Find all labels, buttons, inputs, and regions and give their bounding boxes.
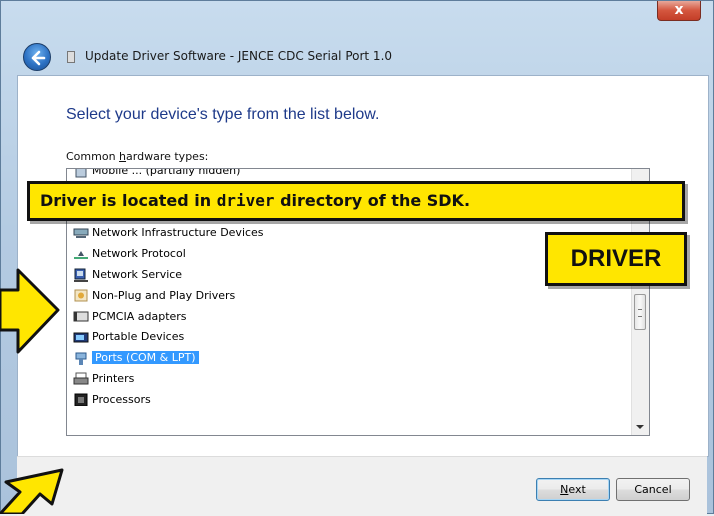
port-icon (73, 351, 89, 365)
list-item[interactable]: Printers (73, 369, 134, 388)
wizard-footer: Next Cancel (17, 456, 707, 516)
list-item-label: Network Protocol (92, 247, 186, 261)
network-protocol-icon (73, 247, 89, 261)
close-button[interactable]: x (657, 1, 701, 21)
back-button[interactable] (23, 43, 51, 71)
title-bar: Update Driver Software - JENCE CDC Seria… (23, 43, 703, 73)
network-infrastructure-icon (73, 226, 89, 240)
list-item-label: Portable Devices (92, 330, 185, 344)
list-item[interactable]: Network Infrastructure Devices (73, 223, 264, 242)
pcmcia-icon (73, 309, 89, 323)
annotation-tag-text: DRIVER (570, 245, 662, 272)
list-item-label: Network Infrastructure Devices (92, 226, 264, 240)
mobile-device-icon (73, 169, 89, 178)
list-item[interactable]: Non-Plug and Play Drivers (73, 286, 235, 305)
device-icon (67, 51, 75, 63)
list-item-label: Processors (92, 392, 151, 406)
list-item-label: Non-Plug and Play Drivers (92, 288, 236, 302)
list-item-label: PCMCIA adapters (92, 309, 187, 323)
next-button[interactable]: Next (536, 478, 610, 501)
printer-icon (73, 372, 89, 386)
banner-text-part1: Driver is located in (40, 191, 217, 210)
pointer-arrow-icon (0, 268, 60, 354)
list-item-label: Printers (92, 372, 135, 385)
list-item-label: Mobile ... (partially hidden) (92, 168, 241, 177)
list-item[interactable]: Network Protocol (73, 244, 186, 263)
network-service-icon (73, 268, 89, 282)
banner-text-part2: directory of the SDK. (274, 191, 471, 210)
list-item[interactable]: Network Service (73, 265, 182, 284)
window-title: Update Driver Software - JENCE CDC Seria… (85, 49, 393, 63)
list-label: Common hardware types: (66, 150, 209, 163)
portable-device-icon (73, 330, 89, 344)
list-item[interactable]: Processors (73, 390, 151, 409)
list-item[interactable]: Mobile ... (partially hidden) (73, 168, 241, 180)
list-item[interactable]: Ports (COM & LPT) (73, 348, 199, 367)
back-arrow-icon (31, 50, 46, 66)
processor-icon (73, 392, 89, 407)
annotation-tag: DRIVER (545, 232, 687, 286)
pointer-arrow-icon (0, 468, 64, 514)
page-heading: Select your device's type from the list … (66, 106, 380, 123)
list-item[interactable]: PCMCIA adapters (73, 307, 187, 326)
list-item[interactable]: Portable Devices (73, 327, 184, 346)
annotation-banner-text: Driver is located in driver directory of… (40, 191, 470, 210)
cancel-button[interactable]: Cancel (616, 478, 690, 501)
non-pnp-driver-icon (73, 288, 89, 302)
list-item-label: Ports (COM & LPT) (92, 351, 199, 365)
scroll-down-icon[interactable] (636, 425, 644, 429)
scroll-thumb[interactable] (634, 294, 646, 330)
banner-code: driver (216, 191, 275, 210)
annotation-banner: Driver is located in driver directory of… (27, 181, 685, 221)
list-item-label: Network Service (92, 268, 183, 281)
